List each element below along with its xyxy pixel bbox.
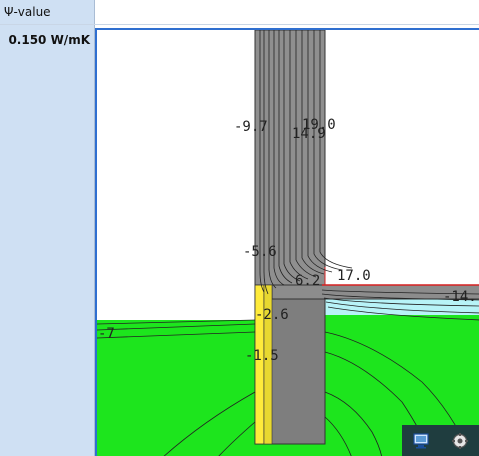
isotherm-label: -14. (443, 289, 477, 305)
view-toolbar (402, 425, 479, 456)
monitor-icon[interactable] (410, 430, 432, 452)
thermal-drawing[interactable]: -9.7 19.0 14.9 -5.6 6.2 17.0 -14. -2.6 -… (97, 30, 479, 456)
isotherm-label: -2.6 (255, 307, 289, 323)
isotherm-label: -1.5 (245, 348, 279, 364)
psi-value-header: Ψ-value (0, 0, 95, 24)
isotherm-label: -9.7 (234, 119, 268, 135)
results-panel: 0.150 W/mK (0, 25, 95, 456)
psi-value-result: 0.150 W/mK (8, 33, 90, 47)
isotherm-label: -7 (98, 326, 115, 342)
sub-slab-ground (322, 315, 479, 327)
header-row: Ψ-value (0, 0, 479, 25)
settings-icon[interactable] (449, 430, 471, 452)
isotherm-label: 6.2 (295, 273, 320, 289)
isotherm-label: 17.0 (337, 268, 371, 284)
isotherm-label: 14.9 (292, 126, 326, 142)
isotherm-label: -5.6 (243, 244, 277, 260)
thermal-simulation-view[interactable]: -9.7 19.0 14.9 -5.6 6.2 17.0 -14. -2.6 -… (95, 28, 479, 456)
